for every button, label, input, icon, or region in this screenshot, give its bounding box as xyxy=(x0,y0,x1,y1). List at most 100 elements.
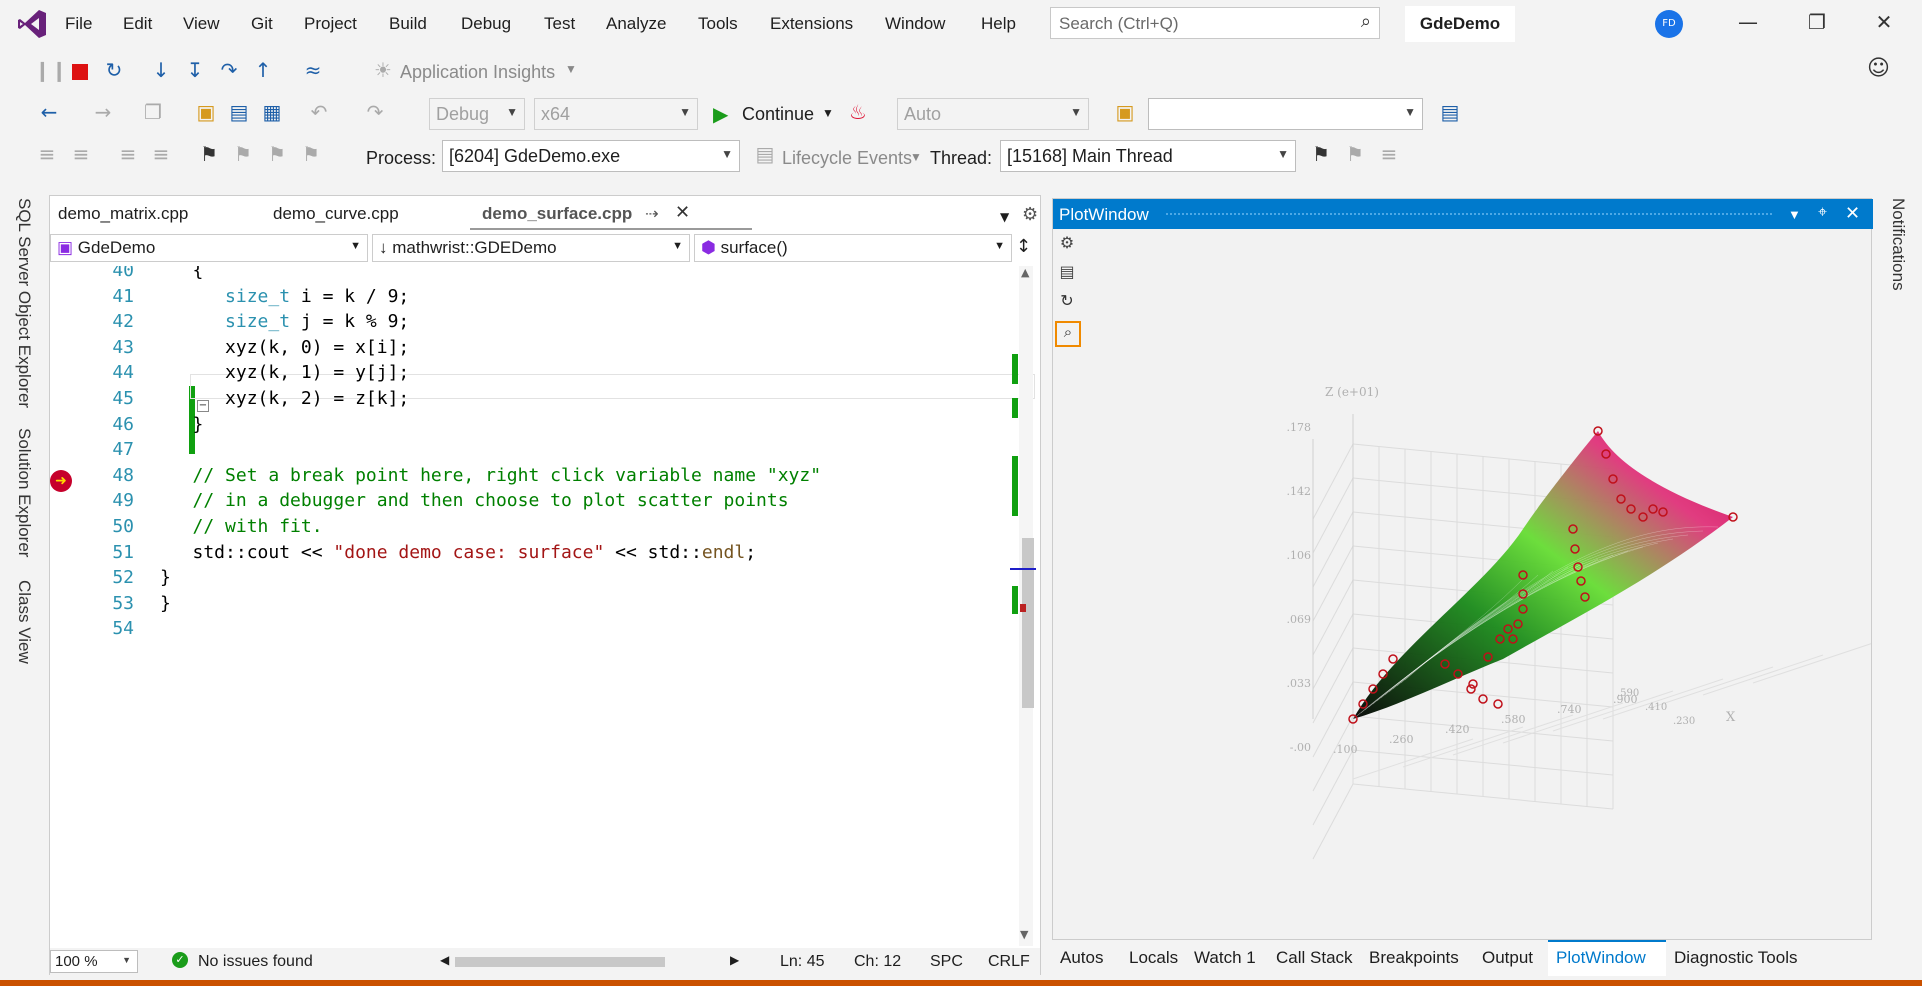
redo-icon[interactable]: ↷ xyxy=(362,100,388,124)
back-icon[interactable]: ← xyxy=(36,100,62,124)
threads-icon[interactable]: ⚑ xyxy=(1342,142,1368,166)
process-dropdown[interactable]: [6204] GdeDemo.exe ▼ xyxy=(442,140,740,172)
code-line[interactable]: xyz(k, 0) = x[i]; xyxy=(160,337,409,358)
tab-locals[interactable]: Locals xyxy=(1129,948,1178,968)
gear-icon[interactable]: ⚙ xyxy=(1022,204,1038,225)
menu-file[interactable]: File xyxy=(65,14,92,34)
scroll-right-icon[interactable]: ▶ xyxy=(730,953,739,967)
stop-icon[interactable] xyxy=(72,64,88,80)
scroll-left-icon[interactable]: ◀ xyxy=(440,953,449,967)
close-tab-icon[interactable]: ✕ xyxy=(675,202,690,223)
menu-test[interactable]: Test xyxy=(544,14,575,34)
menu-git[interactable]: Git xyxy=(251,14,273,34)
config-dropdown[interactable]: Debug ▼ xyxy=(429,98,525,130)
feedback-icon[interactable]: ☺ xyxy=(1867,56,1890,81)
tab-autos[interactable]: Autos xyxy=(1060,948,1103,968)
hot-reload-icon[interactable]: ≈ xyxy=(300,58,326,82)
project-dropdown[interactable]: ▣ GdeDemo ▼ xyxy=(50,234,368,262)
step-into-icon[interactable]: ↧ xyxy=(182,58,208,82)
code-line[interactable]: // in a debugger and then choose to plot… xyxy=(160,490,789,511)
code-line[interactable]: xyz(k, 1) = y[j]; xyxy=(160,362,409,383)
column-indicator[interactable]: Ch: 12 xyxy=(854,953,901,971)
prev-bookmark-icon[interactable]: ⚑ xyxy=(230,142,256,166)
scrollbar-thumb[interactable] xyxy=(1022,538,1034,708)
tab-plotwindow[interactable]: PlotWindow xyxy=(1548,940,1666,976)
undo-icon[interactable]: ↶ xyxy=(306,100,332,124)
code-line[interactable]: xyz(k, 2) = z[k]; xyxy=(160,388,409,409)
code-line[interactable]: size_t j = k % 9; xyxy=(160,311,409,332)
code-line[interactable]: size_t i = k / 9; xyxy=(160,286,409,307)
tab-demo-surface[interactable]: demo_surface.cpp ⇢ ✕ xyxy=(470,196,752,230)
scope-dropdown[interactable]: ↓ mathwrist::GDEDemo ▼ xyxy=(372,234,690,262)
comment-icon[interactable]: ≡ xyxy=(115,142,141,166)
side-tab-solution-explorer[interactable]: Solution Explorer xyxy=(14,428,34,557)
step-next-icon[interactable]: ↷ xyxy=(216,58,242,82)
restart-icon[interactable]: ↻ xyxy=(101,58,127,82)
hot-reload-flame-icon[interactable]: ♨ xyxy=(845,100,871,124)
scroll-down-icon[interactable]: ▼ xyxy=(1020,928,1028,941)
menu-window[interactable]: Window xyxy=(885,14,945,34)
save-all-icon[interactable]: ▦ xyxy=(259,100,285,124)
tab-watch-1[interactable]: Watch 1 xyxy=(1194,948,1256,968)
avatar[interactable]: FD xyxy=(1655,10,1683,38)
stack-frame-icon[interactable]: ≡ xyxy=(1376,142,1402,166)
whitespace-indicator[interactable]: SPC xyxy=(930,953,963,971)
code-line[interactable]: // Set a break point here, right click v… xyxy=(160,465,822,486)
zoom-dropdown[interactable]: 100 % ▼ xyxy=(50,950,138,973)
side-tab-sql-server[interactable]: SQL Server Object Explorer xyxy=(14,198,34,408)
tab-diagnostic-tools[interactable]: Diagnostic Tools xyxy=(1674,948,1797,968)
code-line[interactable]: std::cout << "done demo case: surface" <… xyxy=(160,542,757,563)
code-line[interactable]: { xyxy=(160,266,204,281)
find-in-files-icon[interactable]: ▣ xyxy=(1112,100,1138,124)
menu-project[interactable]: Project xyxy=(304,14,357,34)
app-insights-dropdown-icon[interactable]: ▼ xyxy=(565,62,577,76)
step-out-icon[interactable]: ↑ xyxy=(250,58,276,82)
menu-analyze[interactable]: Analyze xyxy=(606,14,666,34)
block-icon[interactable]: ≡ xyxy=(68,142,94,166)
tab-output[interactable]: Output xyxy=(1482,948,1533,968)
code-line[interactable]: // with fit. xyxy=(160,516,323,537)
code-line[interactable]: } xyxy=(160,567,171,588)
line-ending-indicator[interactable]: CRLF xyxy=(988,953,1030,971)
find-dropdown[interactable]: ▼ xyxy=(1148,98,1423,130)
side-tab-class-view[interactable]: Class View xyxy=(14,580,34,664)
next-bookmark-icon[interactable]: ⚑ xyxy=(264,142,290,166)
tab-demo-curve[interactable]: demo_curve.cpp xyxy=(273,204,399,224)
tab-breakpoints[interactable]: Breakpoints xyxy=(1369,948,1459,968)
forward-icon[interactable]: → xyxy=(90,100,116,124)
flag-icon[interactable]: ⚑ xyxy=(1308,142,1334,166)
window-layout-icon[interactable]: ▤ xyxy=(1437,100,1463,124)
tab-list-dropdown-icon[interactable]: ▼ xyxy=(1000,210,1009,224)
code-area[interactable]: − ➜ 40 {41 size_t i = k / 9; 42 size_t j … xyxy=(50,266,1040,946)
thread-dropdown[interactable]: [15168] Main Thread ▼ xyxy=(1000,140,1296,172)
restore-button[interactable]: ❐ xyxy=(1802,10,1832,34)
menu-debug[interactable]: Debug xyxy=(461,14,511,34)
surface-plot[interactable]: Z (e+01) X .178 .142 .106 .069 .033 -.00 .100.… xyxy=(1053,199,1871,939)
play-icon[interactable]: ▶ xyxy=(713,102,728,126)
new-item-icon[interactable]: ❐ xyxy=(140,100,166,124)
open-folder-icon[interactable]: ▣ xyxy=(193,100,219,124)
breakpoint-arrow-icon[interactable]: ➜ xyxy=(50,470,72,492)
continue-button[interactable]: Continue xyxy=(742,104,814,125)
save-icon[interactable]: ▤ xyxy=(226,100,252,124)
menu-build[interactable]: Build xyxy=(389,14,427,34)
app-insights-button[interactable]: Application Insights xyxy=(400,62,555,83)
code-line[interactable]: } xyxy=(160,593,171,614)
step-over-icon[interactable]: ↓ xyxy=(148,58,174,82)
lifecycle-events-button[interactable]: Lifecycle Events xyxy=(782,148,912,169)
scroll-up-icon[interactable]: ▲ xyxy=(1021,266,1029,279)
format-icon[interactable]: ≡ xyxy=(34,142,60,166)
line-indicator[interactable]: Ln: 45 xyxy=(780,953,824,971)
continue-dropdown-icon[interactable]: ▼ xyxy=(822,106,834,120)
horizontal-scrollbar-thumb[interactable] xyxy=(455,957,665,967)
uncomment-icon[interactable]: ≡ xyxy=(148,142,174,166)
tab-call-stack[interactable]: Call Stack xyxy=(1276,948,1353,968)
close-window-button[interactable]: ✕ xyxy=(1869,10,1899,34)
tab-demo-matrix[interactable]: demo_matrix.cpp xyxy=(58,204,188,224)
minimize-button[interactable]: — xyxy=(1733,10,1763,34)
menu-tools[interactable]: Tools xyxy=(698,14,738,34)
auto-dropdown[interactable]: Auto ▼ xyxy=(897,98,1089,130)
split-icon[interactable]: ↕ xyxy=(1016,236,1031,257)
pin-icon[interactable]: ⇢ xyxy=(645,204,658,223)
side-tab-notifications[interactable]: Notifications xyxy=(1888,198,1908,291)
